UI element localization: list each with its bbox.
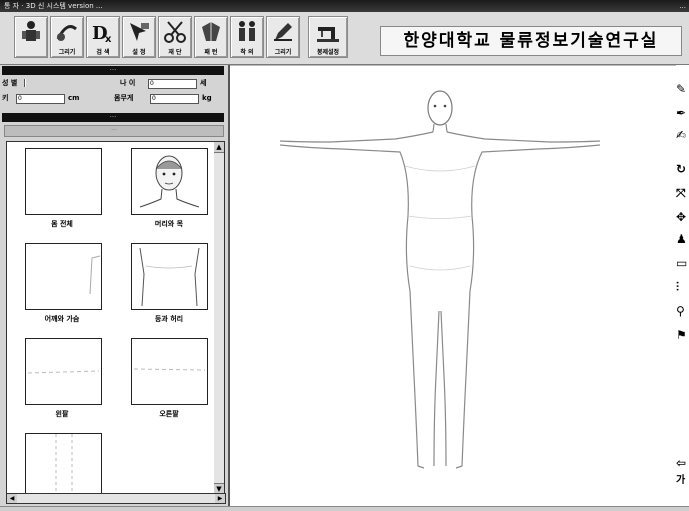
body-part-thumbnail-legs[interactable] [25,433,102,494]
legs-icon [55,434,73,494]
figure-icon[interactable]: ♟ [676,232,689,246]
suit-button[interactable]: 착 의 [230,16,264,58]
person-button[interactable] [14,16,48,58]
left-panel: ··· 성 별 나 이 0 세 키 0 cm 몸무게 0 kg ··· ··· … [0,65,230,506]
bodice-icon [202,22,220,41]
dx-button[interactable]: D x 검 색 [86,16,120,58]
window-title: 통 자 · 3D 신 시스템 version ... [4,2,103,10]
move-icon[interactable]: ✥ [676,210,689,224]
toolbar-button-label: 착 의 [240,49,254,56]
weight-unit: kg [202,94,212,102]
dx-icon: D x [92,23,112,45]
left-arm-icon [27,370,100,374]
toolbar-button-label: 그리기 [274,49,292,56]
dress-icon[interactable]: ⚑ [676,328,689,342]
pen-icon[interactable]: ✒ [676,106,689,120]
body-part-thumbnail-right-arm[interactable] [131,338,208,405]
lab-name-banner: 한양대학교 물류정보기술연구실 [380,26,682,56]
brush-icon[interactable]: ✍ [676,128,689,142]
body-part-caption: 어깨와 가슴 [44,315,80,323]
window-caption-right: ... [679,2,686,10]
weight-field: 몸무게 0 kg [114,93,224,104]
list-horizontal-scrollbar[interactable]: ◀ ▶ [6,493,226,504]
toolbar-button-label: 검 색 [96,49,110,56]
edit-icon [274,23,292,41]
toolbar-button-label: 설 정 [132,49,146,56]
gender-field: 성 별 [2,78,102,89]
back-waist-icon [139,247,200,307]
age-label: 나 이 [120,79,136,87]
weight-label: 몸무게 [114,94,134,102]
body-part-thumbnail-shoulder-chest[interactable] [25,243,102,310]
scissors-button[interactable]: 재 단 [158,16,192,58]
tape-measure-icon [56,25,77,41]
text-icon[interactable]: 가 [676,474,689,488]
cursor-icon [130,23,149,41]
body-part-list[interactable]: 몸 전체 머리와 목 어깨와 가슴 등과 허리 왼팔 오른팔 [6,141,216,495]
sewing-machine-button[interactable]: 봉제설정 [308,16,348,58]
pencil-icon[interactable]: ✎ [676,82,689,96]
toolbar-button-label: 봉제설정 [316,49,340,56]
rotate-icon[interactable]: ↻ [676,162,689,176]
body-part-thumbnail-left-arm[interactable] [25,338,102,405]
height-input[interactable]: 0 [16,94,65,104]
shoulder-chest-icon [89,255,101,295]
head-neck-icon [139,155,200,208]
height-field: 키 0 cm [2,93,112,104]
page-icon[interactable]: ▭ [676,256,689,270]
measure-icon[interactable]: ⚲ [676,304,689,318]
sub-bar: ··· [4,125,224,137]
weight-input[interactable]: 0 [150,94,199,104]
body-part-caption: 왼팔 [55,410,69,418]
height-label: 키 [2,94,9,102]
toolbar-button-label: 패 턴 [204,49,218,56]
scroll-up-arrow-icon[interactable]: ▲ [214,142,224,153]
person-icon [22,21,40,41]
height-unit: cm [68,94,80,102]
main-toolbar: 그리기 D x 검 색 설 정 재 단 패 턴 착 의 그리기 봉제설정 한양대… [0,12,689,65]
suit-icon [239,21,255,41]
gender-input[interactable] [24,79,26,87]
body-part-caption: 오른팔 [159,410,179,418]
body-part-caption: 등과 허리 [154,315,184,323]
tape-measure-button[interactable]: 그리기 [50,16,84,58]
edit-button[interactable]: 그리기 [266,16,300,58]
panel-header: ··· [2,66,224,75]
cursor-button[interactable]: 설 정 [122,16,156,58]
sewing-machine-icon [317,27,339,42]
toolbar-button-label: 재 단 [168,49,182,56]
mirror-icon[interactable]: ⫶ [676,280,689,294]
bodice-button[interactable]: 패 턴 [194,16,228,58]
toolbar-button-label: 그리기 [58,49,76,56]
3d-viewport[interactable] [230,65,676,507]
body-part-thumbnail-head-neck[interactable] [131,148,208,215]
age-unit: 세 [200,79,207,87]
status-bar [0,506,689,511]
model-head [427,90,453,126]
body-part-caption: 머리와 목 [154,220,184,228]
age-input[interactable]: 0 [148,79,197,89]
list-vertical-scrollbar[interactable]: ▲ ▼ [214,141,225,495]
body-part-caption: 몸 전체 [51,220,73,228]
scroll-left-arrow-icon[interactable]: ◀ [7,494,17,503]
svg-text:x: x [105,34,112,45]
gender-label: 성 별 [2,79,18,87]
body-model-figure [279,90,601,469]
back-arrow-icon[interactable]: ⇦ [676,456,689,470]
section-bar: ··· [2,113,224,122]
body-part-thumbnail-full[interactable] [25,148,102,215]
right-arm-icon [133,368,206,371]
fit-icon[interactable]: ⤧ [676,186,689,200]
age-field: 나 이 0 세 [120,78,220,89]
body-part-thumbnail-back-waist[interactable] [131,243,208,310]
title-bar: 통 자 · 3D 신 시스템 version ... ... [0,0,689,12]
scissors-icon [164,21,186,43]
scroll-right-arrow-icon[interactable]: ▶ [215,494,225,503]
